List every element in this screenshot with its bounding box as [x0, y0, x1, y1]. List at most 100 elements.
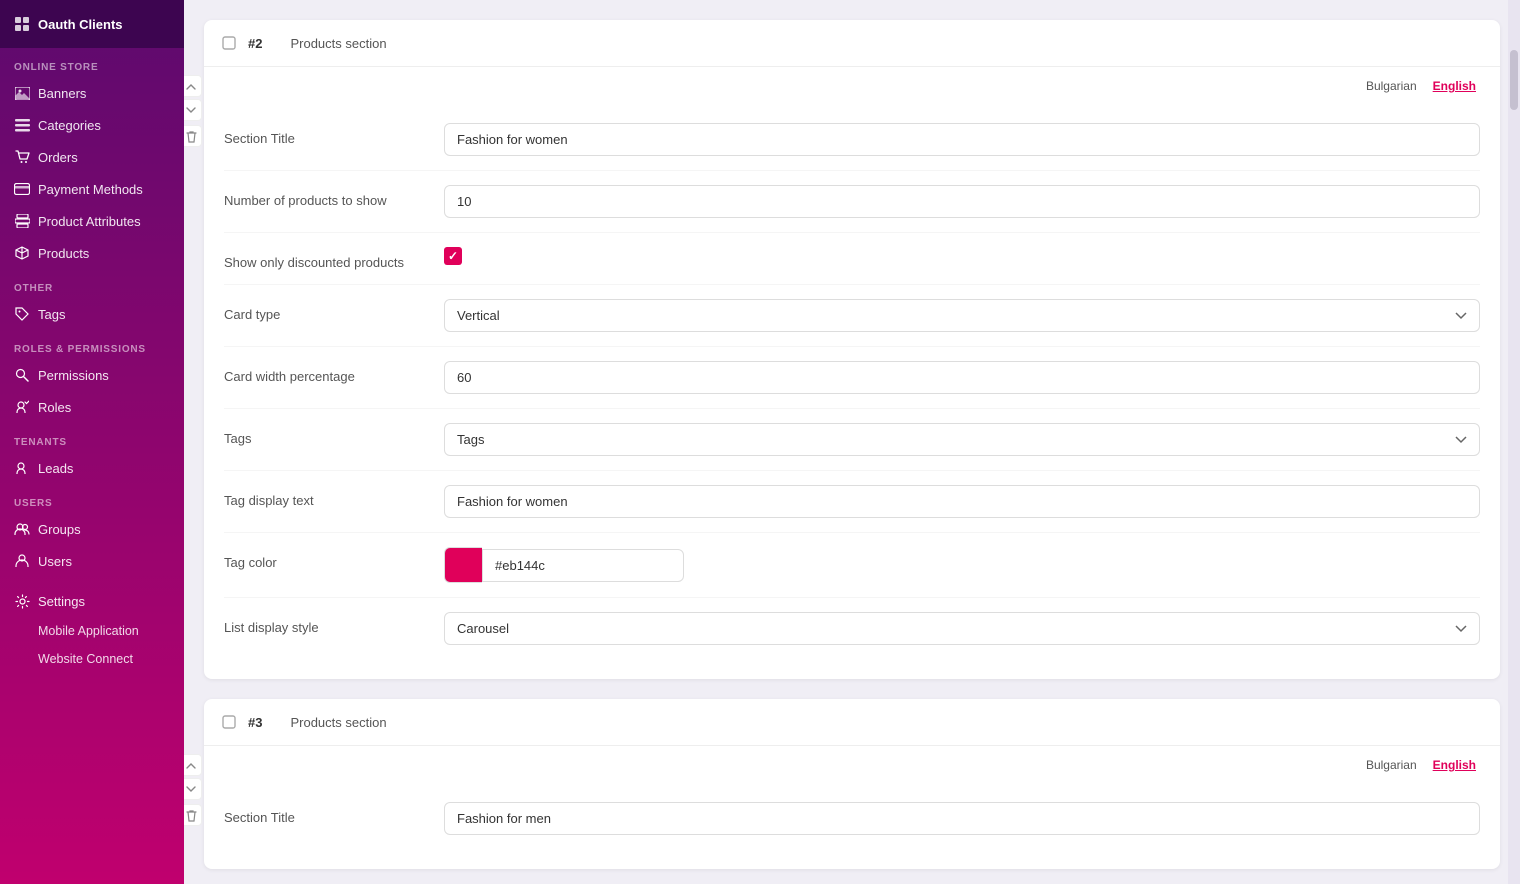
section-3-lang-english[interactable]: English [1429, 756, 1480, 774]
sidebar: Oauth Clients ONLINE STORE Banners Categ… [0, 0, 184, 884]
attributes-icon [14, 213, 30, 229]
section-2-lang-english[interactable]: English [1429, 77, 1480, 95]
sidebar-item-users[interactable]: Users [0, 545, 184, 577]
collapse-checkbox-2[interactable] [220, 34, 238, 52]
card-type-select[interactable]: Vertical Horizontal [444, 299, 1480, 332]
section-label-tenants: TENANTS [0, 423, 184, 452]
card-width-input[interactable] [444, 361, 1480, 394]
num-products-input[interactable] [444, 185, 1480, 218]
scrollbar-track[interactable] [1508, 0, 1520, 884]
product-attributes-label: Product Attributes [38, 214, 141, 229]
list-display-select[interactable]: Carousel Grid List [444, 612, 1480, 645]
list-display-label: List display style [224, 612, 424, 635]
tags-field-label: Tags [224, 423, 424, 446]
sidebar-item-products[interactable]: Products [0, 237, 184, 269]
main-content: #2 Products section Bulgarian English [184, 0, 1520, 884]
settings-icon [14, 593, 30, 609]
section-title-label: Section Title [224, 123, 424, 146]
section-2-title: Products section [290, 36, 386, 51]
role-icon [14, 399, 30, 415]
scrollbar-thumb[interactable] [1510, 50, 1518, 110]
sidebar-item-product-attributes[interactable]: Product Attributes [0, 205, 184, 237]
section-2-lang-row: Bulgarian English [204, 67, 1500, 99]
color-hex-input[interactable] [482, 549, 684, 582]
leads-icon [14, 460, 30, 476]
oauth-icon [14, 16, 30, 32]
banners-label: Banners [38, 86, 86, 101]
groups-label: Groups [38, 522, 81, 537]
sidebar-item-banners[interactable]: Banners [0, 77, 184, 109]
categories-label: Categories [38, 118, 101, 133]
section-2-row-card-width: Card width percentage [224, 347, 1480, 409]
section-2-lang-bulgarian[interactable]: Bulgarian [1362, 77, 1421, 95]
section-3-number: #3 [248, 715, 262, 730]
tag-display-input[interactable] [444, 485, 1480, 518]
users-label: Users [38, 554, 72, 569]
key-icon [14, 367, 30, 383]
card-type-select-wrap: Vertical Horizontal [444, 299, 1480, 332]
section-2-form: Section Title Number of products to show… [204, 99, 1500, 679]
section-2-row-tag-color: Tag color [224, 533, 1480, 598]
roles-label: Roles [38, 400, 71, 415]
section-2-row-tags: Tags Tags [224, 409, 1480, 471]
section-3-lang-bulgarian[interactable]: Bulgarian [1362, 756, 1421, 774]
section-3-title: Products section [290, 715, 386, 730]
sidebar-item-orders[interactable]: Orders [0, 141, 184, 173]
website-connect-label: Website Connect [38, 652, 133, 666]
leads-label: Leads [38, 461, 73, 476]
sidebar-top-item[interactable]: Oauth Clients [0, 0, 184, 48]
sidebar-item-groups[interactable]: Groups [0, 513, 184, 545]
section-2-row-list-display: List display style Carousel Grid List [224, 598, 1480, 659]
sidebar-item-categories[interactable]: Categories [0, 109, 184, 141]
sidebar-item-leads[interactable]: Leads [0, 452, 184, 484]
section-2-down-arrow[interactable] [184, 99, 202, 121]
image-icon [14, 85, 30, 101]
sidebar-item-permissions[interactable]: Permissions [0, 359, 184, 391]
oauth-label: Oauth Clients [38, 17, 123, 32]
section-2-row-card-type: Card type Vertical Horizontal [224, 285, 1480, 347]
color-swatch[interactable] [444, 547, 482, 583]
products-section-3: #3 Products section Bulgarian English [204, 699, 1500, 869]
section-2-row-discounted: Show only discounted products [224, 233, 1480, 285]
section-3-up-arrow[interactable] [184, 754, 202, 776]
user-icon [14, 553, 30, 569]
payment-methods-label: Payment Methods [38, 182, 143, 197]
card-width-input-wrap [444, 361, 1480, 394]
section-label-other: OTHER [0, 269, 184, 298]
num-products-input-wrap [444, 185, 1480, 218]
sidebar-item-roles[interactable]: Roles [0, 391, 184, 423]
section-3-title-label: Section Title [224, 802, 424, 825]
section-label-online-store: ONLINE STORE [0, 48, 184, 77]
sidebar-item-settings[interactable]: Settings [0, 585, 184, 617]
box-icon [14, 245, 30, 261]
credit-card-icon [14, 181, 30, 197]
sidebar-sub-item-mobile-app[interactable]: Mobile Application [0, 617, 184, 645]
tags-select[interactable]: Tags [444, 423, 1480, 456]
products-section-2: #2 Products section Bulgarian English [204, 20, 1500, 679]
section-3-row-title: Section Title [224, 788, 1480, 849]
num-products-label: Number of products to show [224, 185, 424, 208]
section-3-form: Section Title [204, 778, 1500, 869]
section-title-input[interactable] [444, 123, 1480, 156]
section-3-delete-btn[interactable] [184, 804, 202, 826]
section-2-delete-btn[interactable] [184, 125, 202, 147]
sidebar-sub-item-website-connect[interactable]: Website Connect [0, 645, 184, 673]
tag-color-picker [444, 547, 664, 583]
section-3-down-arrow[interactable] [184, 778, 202, 800]
tags-select-wrap: Tags [444, 423, 1480, 456]
show-discounted-checkbox[interactable] [444, 247, 462, 265]
orders-label: Orders [38, 150, 78, 165]
section-3-lang-row: Bulgarian English [204, 746, 1500, 778]
sidebar-item-payment-methods[interactable]: Payment Methods [0, 173, 184, 205]
settings-label: Settings [38, 594, 85, 609]
section-2-up-arrow[interactable] [184, 75, 202, 97]
tags-label: Tags [38, 307, 65, 322]
section-title-input-wrap [444, 123, 1480, 156]
section-3-title-input[interactable] [444, 802, 1480, 835]
section-2-header: #2 Products section [204, 20, 1500, 67]
collapse-checkbox-3[interactable] [220, 713, 238, 731]
section-3-header: #3 Products section [204, 699, 1500, 746]
sidebar-item-tags[interactable]: Tags [0, 298, 184, 330]
categories-icon [14, 117, 30, 133]
list-display-select-wrap: Carousel Grid List [444, 612, 1480, 645]
